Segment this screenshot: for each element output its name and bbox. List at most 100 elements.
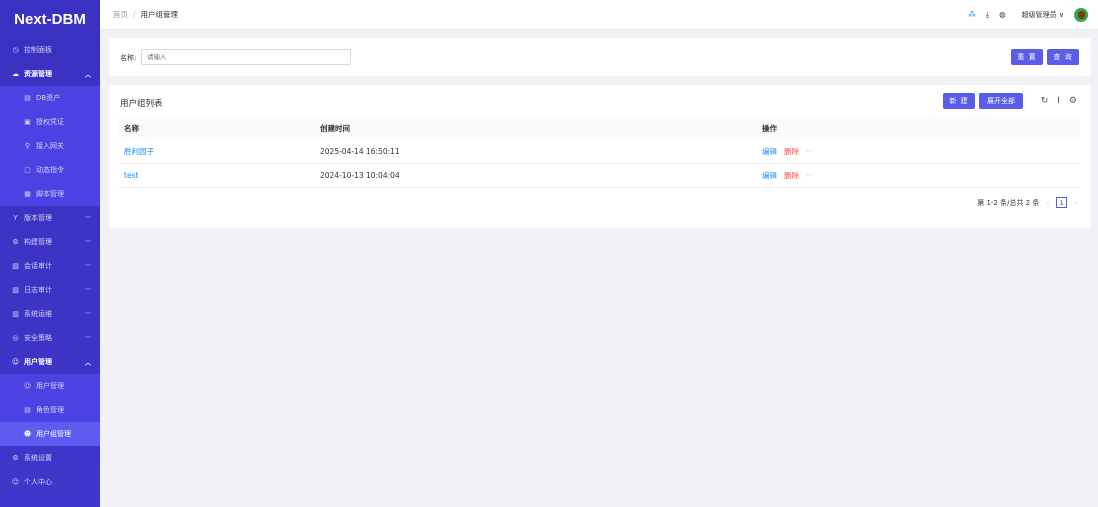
label: 系统设置 xyxy=(24,454,52,462)
label: 日志审计 xyxy=(24,286,52,294)
sidebar-item-ops[interactable]: ▥ 系统运维 ﹀ xyxy=(0,302,100,326)
more-icon[interactable]: ··· xyxy=(806,171,813,180)
breadcrumb-home[interactable]: 首页 xyxy=(113,9,128,20)
dashboard-icon: ◷ xyxy=(12,46,19,54)
user-icon: ☺ xyxy=(23,382,32,390)
reset-button[interactable]: 重 置 xyxy=(1011,49,1043,65)
user-icon: ☺ xyxy=(11,358,20,366)
sidebar-item-settings[interactable]: ⚙ 系统设置 xyxy=(0,446,100,470)
label: 授权凭证 xyxy=(36,118,64,126)
sidebar-item-builds[interactable]: ⚙ 构建管理 ﹀ xyxy=(0,230,100,254)
table-row: test 2024-10-13 10:04:04 编辑 删除 ··· xyxy=(118,164,1080,188)
search-panel: 名称: 重 置 查 询 xyxy=(109,38,1091,76)
chevron-down-icon: ﹀ xyxy=(84,287,91,295)
column-name: 名称 xyxy=(124,124,139,133)
log-icon: ▧ xyxy=(12,286,19,294)
name-label: 名称: xyxy=(120,54,137,62)
pagination-summary: 第 1-2 条/总共 2 条 xyxy=(977,198,1040,207)
sidebar-item-commands[interactable]: ▢ 动态指令 xyxy=(0,158,100,182)
database-icon: ▤ xyxy=(24,94,31,102)
sidebar-item-resources[interactable]: ☁ 资源管理 ︿ xyxy=(0,62,100,86)
globe-icon[interactable]: ◍ xyxy=(999,10,1006,19)
shield-icon: ◎ xyxy=(12,334,19,342)
label: 动态指令 xyxy=(36,166,64,174)
label: 会话审计 xyxy=(24,262,52,270)
sidebar-item-user-management[interactable]: ☺ 用户管理 xyxy=(0,374,100,398)
submenu-users: ☺ 用户管理 ▤ 角色管理 ☻ 用户组管理 xyxy=(0,374,100,446)
chevron-down-icon: ﹀ xyxy=(84,239,91,247)
network-icon[interactable]: ⁂ xyxy=(968,10,976,19)
created-time: 2024-10-13 10:04:04 xyxy=(320,171,400,180)
sidebar-item-roles[interactable]: ▤ 角色管理 xyxy=(0,398,100,422)
group-name-link[interactable]: 胜利园子 xyxy=(124,140,154,163)
created-time: 2025-04-14 16:50:11 xyxy=(320,147,400,156)
sidebar-item-db-assets[interactable]: ▤ DB资产 xyxy=(0,86,100,110)
sidebar-item-security[interactable]: ◎ 安全策略 ﹀ xyxy=(0,326,100,350)
pagination: 第 1-2 条/总共 2 条 ‹ 1 › xyxy=(977,197,1077,208)
new-button[interactable]: 新 建 xyxy=(943,93,975,109)
sidebar-item-credentials[interactable]: ▣ 授权凭证 xyxy=(0,110,100,134)
user-group-table-card: 用户组列表 新 建 展开全部 ↻ I ⚙ 名称 创建时间 操作 胜利园子 2025-… xyxy=(109,85,1091,228)
chevron-down-icon: ﹀ xyxy=(84,311,91,319)
sidebar-item-users[interactable]: ☺ 用户管理 ︿ xyxy=(0,350,100,374)
more-icon[interactable]: ··· xyxy=(806,147,813,156)
column-actions: 操作 xyxy=(762,124,777,133)
edit-link[interactable]: 编辑 xyxy=(762,146,777,157)
label: DB资产 xyxy=(36,94,61,102)
reload-icon[interactable]: ↻ xyxy=(1041,96,1049,106)
label: 资源管理 xyxy=(24,70,52,78)
delete-link[interactable]: 删除 xyxy=(784,170,799,181)
settings-icon: ⚙ xyxy=(12,454,19,462)
name-search-input[interactable] xyxy=(141,49,351,65)
top-header: 首页 / 用户组管理 ⁂ ⤓ ◍ 超级管理员 ∨ xyxy=(100,0,1098,29)
role-icon: ▤ xyxy=(24,406,31,414)
chevron-up-icon: ︿ xyxy=(84,359,91,367)
prev-page-icon[interactable]: ‹ xyxy=(1046,199,1049,207)
density-icon[interactable]: I xyxy=(1057,96,1060,106)
sidebar-item-scripts[interactable]: ▦ 脚本管理 xyxy=(0,182,100,206)
avatar[interactable] xyxy=(1074,7,1088,22)
credential-icon: ▣ xyxy=(24,118,31,126)
label: 角色管理 xyxy=(36,406,64,414)
link-icon: ⚲ xyxy=(24,142,31,150)
sidebar-item-versions[interactable]: Y 版本管理 ﹀ xyxy=(0,206,100,230)
table-header: 名称 创建时间 操作 xyxy=(118,117,1080,140)
sidebar-item-log-audit[interactable]: ▧ 日志审计 ﹀ xyxy=(0,278,100,302)
sidebar-item-session-audit[interactable]: ▧ 会话审计 ﹀ xyxy=(0,254,100,278)
sidebar-item-profile[interactable]: ☺ 个人中心 xyxy=(0,470,100,494)
chevron-down-icon: ﹀ xyxy=(84,335,91,343)
build-icon: ⚙ xyxy=(12,238,19,246)
submenu-resources: ▤ DB资产 ▣ 授权凭证 ⚲ 接入网关 ▢ 动态指令 ▦ 脚本管理 xyxy=(0,86,100,206)
delete-link[interactable]: 删除 xyxy=(784,146,799,157)
label: 用户管理 xyxy=(36,382,64,390)
sidebar: Next-DBM ◷ 控制面板 ☁ 资源管理 ︿ ▤ DB资产 ▣ 授权凭证 ⚲ 接入网关 … xyxy=(0,0,100,507)
breadcrumb-current: 用户组管理 xyxy=(140,10,179,19)
username: 超级管理员 xyxy=(1021,10,1057,19)
sidebar-item-user-groups[interactable]: ☻ 用户组管理 xyxy=(0,422,100,446)
profile-icon: ☺ xyxy=(11,478,20,486)
sidebar-item-dashboard[interactable]: ◷ 控制面板 xyxy=(0,38,100,62)
user-menu[interactable]: 超级管理员 ∨ xyxy=(1022,10,1064,20)
query-button[interactable]: 查 询 xyxy=(1047,49,1079,65)
download-icon[interactable]: ⤓ xyxy=(986,10,989,20)
label: 个人中心 xyxy=(24,478,52,486)
group-name-link[interactable]: test xyxy=(124,164,138,187)
chevron-down-icon: ﹀ xyxy=(84,215,91,223)
group-icon: ☻ xyxy=(23,430,32,438)
label: 用户管理 xyxy=(24,358,52,366)
sidebar-item-gateway[interactable]: ⚲ 接入网关 xyxy=(0,134,100,158)
table-title: 用户组列表 xyxy=(120,99,163,109)
ops-icon: ▥ xyxy=(12,310,19,318)
settings-icon[interactable]: ⚙ xyxy=(1069,96,1077,106)
edit-link[interactable]: 编辑 xyxy=(762,170,777,181)
next-page-icon[interactable]: › xyxy=(1074,199,1077,207)
table-row: 胜利园子 2025-04-14 16:50:11 编辑 删除 ··· xyxy=(118,140,1080,164)
script-icon: ▦ xyxy=(24,190,31,198)
chevron-down-icon: ∨ xyxy=(1058,10,1064,19)
expand-all-button[interactable]: 展开全部 xyxy=(979,93,1023,109)
page-1-button[interactable]: 1 xyxy=(1056,197,1068,208)
chevron-down-icon: ﹀ xyxy=(84,263,91,271)
branch-icon: Y xyxy=(13,214,18,222)
label: 版本管理 xyxy=(24,214,52,222)
breadcrumb-separator: / xyxy=(133,10,136,19)
